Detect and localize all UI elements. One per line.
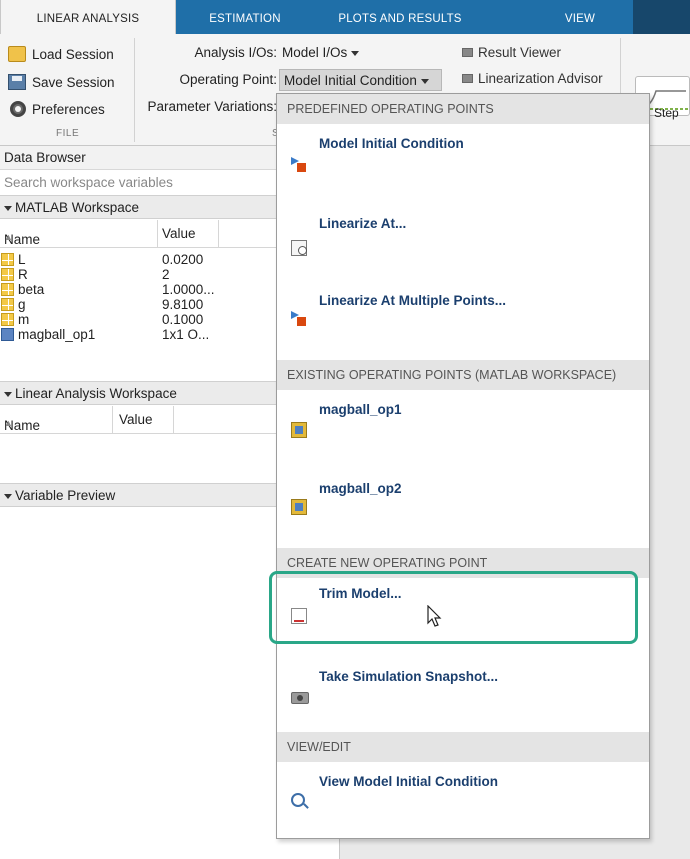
step-label: Step (654, 106, 679, 120)
column-value[interactable]: Value (162, 226, 196, 241)
menu-item-linearize-at[interactable]: Linearize At... (277, 200, 649, 280)
tab-plots-and-results[interactable]: PLOTS AND RESULTS (330, 0, 470, 34)
preferences-button[interactable]: Preferences (10, 99, 105, 119)
column-value[interactable]: Value (119, 412, 153, 427)
operating-point-value: Model Initial Condition (284, 73, 417, 88)
operating-point-icon (1, 328, 14, 341)
var-value: 0.0200 (162, 252, 204, 267)
save-icon (8, 74, 26, 90)
analysis-ios-value: Model I/Os (282, 45, 348, 60)
matrix-icon (1, 253, 14, 266)
load-session-label: Load Session (32, 46, 114, 62)
menu-item-model-initial-condition[interactable]: Model Initial Condition (277, 124, 649, 200)
checkbox-icon (462, 74, 473, 83)
tabbar-edge (633, 0, 690, 34)
result-viewer-label: Result Viewer (478, 45, 562, 60)
var-name: beta (18, 282, 45, 297)
matrix-icon (1, 283, 14, 296)
menu-item-label: Linearize At... (319, 216, 407, 231)
var-name: magball_op1 (18, 327, 96, 342)
var-value: 1x1 O... (162, 327, 210, 342)
mouse-cursor-icon (427, 605, 442, 627)
operating-point-icon (291, 422, 307, 438)
column-divider[interactable] (218, 220, 219, 248)
menu-item-label: Take Simulation Snapshot... (319, 669, 499, 684)
preferences-label: Preferences (32, 101, 105, 117)
toolstrip-divider (134, 38, 135, 142)
save-session-label: Save Session (32, 74, 115, 90)
load-session-button[interactable]: Load Session (8, 44, 114, 64)
menu-section-predefined: PREDEFINED OPERATING POINTS (277, 94, 649, 124)
operating-point-label: Operating Point: (179, 72, 277, 87)
matrix-icon (1, 298, 14, 311)
tab-linear-analysis[interactable]: LINEAR ANALYSIS (0, 0, 176, 34)
column-divider[interactable] (112, 406, 113, 434)
menu-item-label: View Model Initial Condition (319, 774, 499, 789)
operating-point-icon (291, 499, 307, 515)
menu-item-linearize-at-multiple[interactable]: Linearize At Multiple Points... (277, 280, 649, 360)
menu-item-take-simulation-snapshot[interactable]: Take Simulation Snapshot... (277, 654, 649, 732)
file-section-label: FILE (56, 128, 80, 139)
magnifier-icon (291, 793, 305, 807)
parameter-variations-label: Parameter Variations: (147, 99, 277, 114)
menu-section-existing: EXISTING OPERATING POINTS (MATLAB WORKSP… (277, 360, 649, 390)
analysis-ios-dropdown[interactable]: Model I/Os (278, 42, 363, 64)
menu-item-label: Model Initial Condition (319, 136, 464, 151)
gear-icon (10, 101, 26, 117)
var-value: 2 (162, 267, 170, 282)
linear-analysis-workspace-title: Linear Analysis Workspace (15, 386, 177, 401)
variable-preview-title: Variable Preview (15, 488, 116, 503)
column-divider[interactable] (173, 406, 174, 434)
tab-view[interactable]: VIEW (545, 0, 615, 34)
matrix-icon (1, 268, 14, 281)
sort-ascending-icon: ▲ (4, 232, 13, 242)
chevron-down-icon (420, 78, 429, 84)
menu-item-magball-op1[interactable]: magball_op1 (277, 390, 649, 476)
column-divider[interactable] (157, 220, 158, 248)
model-arrow-icon (291, 157, 307, 173)
var-name: g (18, 297, 26, 312)
result-viewer-checkbox[interactable]: Result Viewer (462, 45, 561, 60)
var-value: 1.0000... (162, 282, 215, 297)
checkbox-icon (462, 48, 473, 57)
linearization-advisor-checkbox[interactable]: Linearization Advisor (462, 71, 603, 86)
clock-icon (291, 240, 307, 256)
var-value: 0.1000 (162, 312, 204, 327)
menu-item-view-model-initial-condition[interactable]: View Model Initial Condition (277, 762, 649, 838)
operating-point-menu: PREDEFINED OPERATING POINTS Model Initia… (276, 93, 650, 839)
sort-ascending-icon: ▲ (4, 418, 13, 428)
collapse-triangle-icon (4, 493, 12, 499)
collapse-triangle-icon (4, 205, 12, 211)
analysis-ios-label: Analysis I/Os: (194, 45, 277, 60)
trim-model-highlight (269, 571, 638, 644)
menu-section-view-edit: VIEW/EDIT (277, 732, 649, 762)
var-name: L (18, 252, 26, 267)
chevron-down-icon (351, 50, 360, 56)
menu-item-label: Linearize At Multiple Points... (319, 293, 507, 308)
var-name: m (18, 312, 30, 327)
var-name: R (18, 267, 28, 282)
folder-icon (8, 46, 26, 62)
save-session-button[interactable]: Save Session (8, 72, 115, 92)
matrix-icon (1, 313, 14, 326)
camera-icon (291, 692, 309, 704)
matlab-workspace-title: MATLAB Workspace (15, 200, 140, 215)
collapse-triangle-icon (4, 391, 12, 397)
menu-item-magball-op2[interactable]: magball_op2 (277, 476, 649, 548)
model-arrow-icon (291, 311, 307, 327)
ribbon-tab-bar: LINEAR ANALYSIS ESTIMATION PLOTS AND RES… (0, 0, 690, 34)
var-value: 9.8100 (162, 297, 204, 312)
tab-estimation[interactable]: ESTIMATION (190, 0, 300, 34)
linearization-advisor-label: Linearization Advisor (478, 71, 603, 86)
operating-point-dropdown[interactable]: Model Initial Condition (279, 69, 442, 91)
menu-item-label: magball_op2 (319, 481, 402, 496)
menu-item-label: magball_op1 (319, 402, 402, 417)
